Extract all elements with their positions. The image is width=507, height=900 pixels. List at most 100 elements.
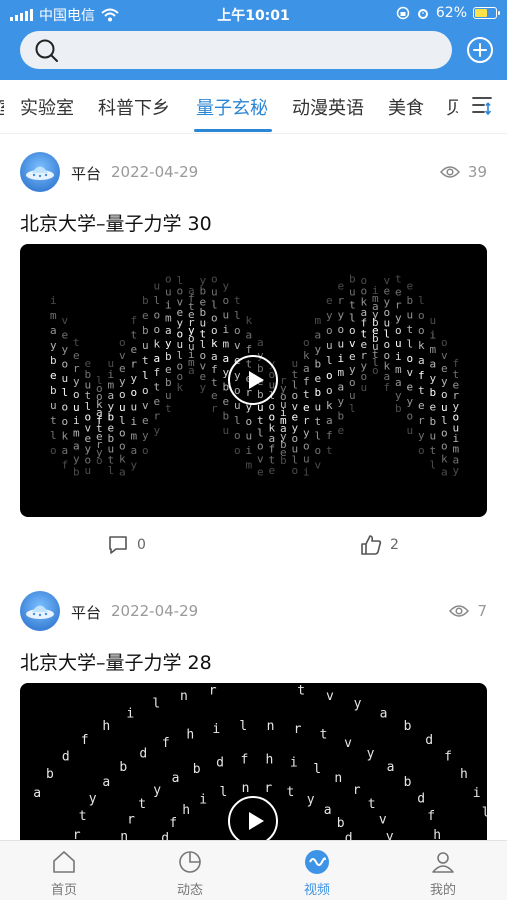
status-bar: 中国电信 上午10:01 62%	[0, 0, 507, 28]
svg-text:o: o	[234, 324, 241, 337]
svg-text:f: f	[162, 736, 170, 751]
svg-text:i: i	[430, 328, 437, 341]
svg-text:l: l	[257, 427, 264, 440]
svg-text:t: t	[131, 328, 138, 341]
search-icon	[35, 39, 58, 62]
svg-text:f: f	[326, 429, 333, 442]
view-count: 7	[449, 602, 487, 620]
svg-text:b: b	[142, 324, 149, 337]
avatar[interactable]	[20, 152, 60, 192]
tab-food[interactable]: 美食	[388, 94, 424, 120]
battery-icon	[473, 7, 500, 19]
svg-text:a: a	[324, 803, 332, 818]
svg-text:t: t	[407, 323, 414, 336]
search-input[interactable]	[68, 37, 438, 63]
svg-text:b: b	[315, 386, 322, 399]
tab-science[interactable]: 科普下乡	[98, 94, 170, 120]
tab-partial-left[interactable]: 室	[0, 94, 4, 120]
nav-profile[interactable]: 我的	[403, 849, 483, 898]
svg-text:t: t	[234, 294, 241, 307]
category-tabs: 室 实验室 科普下乡 量子玄秘 动漫英语 美食 贝	[0, 80, 507, 134]
tab-quantum[interactable]: 量子玄秘	[196, 94, 268, 120]
svg-text:m: m	[338, 366, 345, 379]
post-date: 2022-04-29	[111, 602, 199, 620]
svg-text:y: y	[165, 337, 172, 350]
svg-text:o: o	[326, 324, 333, 337]
add-plus-icon[interactable]	[466, 36, 494, 64]
svg-text:t: t	[320, 728, 328, 743]
svg-text:f: f	[131, 314, 138, 327]
svg-text:d: d	[425, 733, 433, 748]
svg-text:e: e	[223, 395, 230, 408]
tab-anime-english[interactable]: 动漫英语	[292, 94, 364, 120]
play-button[interactable]	[228, 796, 278, 846]
svg-text:b: b	[337, 816, 345, 831]
svg-text:t: t	[395, 272, 402, 285]
svg-text:a: a	[188, 364, 195, 377]
svg-text:a: a	[33, 786, 41, 801]
svg-text:y: y	[338, 308, 345, 321]
svg-text:l: l	[430, 459, 437, 472]
author-name[interactable]: 平台	[71, 602, 101, 623]
author-name[interactable]: 平台	[71, 163, 101, 184]
comment-count: 0	[137, 537, 146, 553]
nav-video[interactable]: 视频	[277, 849, 357, 898]
svg-text:u: u	[338, 337, 345, 350]
comment-stat[interactable]: 0	[107, 534, 146, 556]
svg-text:m: m	[430, 343, 437, 356]
svg-text:r: r	[303, 414, 310, 427]
svg-text:i: i	[165, 298, 172, 311]
svg-text:v: v	[234, 339, 241, 352]
svg-text:e: e	[338, 279, 345, 292]
svg-text:i: i	[50, 294, 57, 307]
svg-text:b: b	[430, 386, 437, 399]
svg-text:e: e	[154, 395, 161, 408]
tab-lab[interactable]: 实验室	[20, 94, 74, 120]
eye-icon	[439, 166, 460, 178]
svg-text:t: t	[73, 336, 80, 349]
svg-text:o: o	[441, 336, 448, 349]
svg-text:f: f	[418, 369, 425, 382]
svg-text:a: a	[172, 771, 180, 786]
svg-text:d: d	[139, 747, 147, 762]
svg-text:b: b	[46, 767, 54, 782]
svg-text:u: u	[407, 424, 414, 437]
svg-text:i: i	[395, 350, 402, 363]
like-stat[interactable]: 2	[360, 534, 399, 556]
svg-text:f: f	[384, 381, 391, 394]
search-bar[interactable]	[20, 31, 452, 69]
svg-text:y: y	[119, 375, 126, 388]
video-title[interactable]: 北京大学–量子力学 28	[20, 648, 212, 675]
ufo-icon	[26, 166, 54, 180]
svg-text:o: o	[62, 415, 69, 428]
svg-text:a: a	[211, 350, 218, 363]
svg-text:r: r	[264, 781, 272, 796]
svg-text:a: a	[154, 352, 161, 365]
play-button[interactable]	[228, 355, 278, 405]
video-icon	[305, 850, 329, 874]
tab-menu-icon[interactable]	[472, 94, 492, 116]
svg-text:t: t	[79, 809, 87, 824]
nav-home[interactable]: 首页	[24, 849, 104, 898]
svg-text:b: b	[315, 357, 322, 370]
svg-text:l: l	[349, 402, 356, 415]
svg-text:t: t	[287, 785, 295, 800]
svg-text:o: o	[395, 324, 402, 337]
svg-text:b: b	[73, 466, 80, 479]
svg-text:d: d	[417, 791, 425, 806]
view-count-value: 7	[477, 602, 487, 620]
nav-moments[interactable]: 动态	[150, 849, 230, 898]
video-title[interactable]: 北京大学–量子力学 30	[20, 209, 212, 236]
svg-text:o: o	[418, 444, 425, 457]
svg-text:o: o	[211, 311, 218, 324]
svg-text:b: b	[193, 762, 201, 777]
avatar[interactable]	[20, 591, 60, 631]
svg-text:u: u	[315, 401, 322, 414]
video-player[interactable]: imaybebutloveyoulookafteryouimaybebutlov…	[20, 244, 487, 517]
home-icon	[53, 851, 75, 873]
svg-text:e: e	[407, 381, 414, 394]
svg-text:b: b	[165, 376, 172, 389]
svg-text:o: o	[211, 324, 218, 337]
comment-icon	[109, 536, 127, 554]
tab-partial-right[interactable]: 贝	[446, 94, 458, 120]
